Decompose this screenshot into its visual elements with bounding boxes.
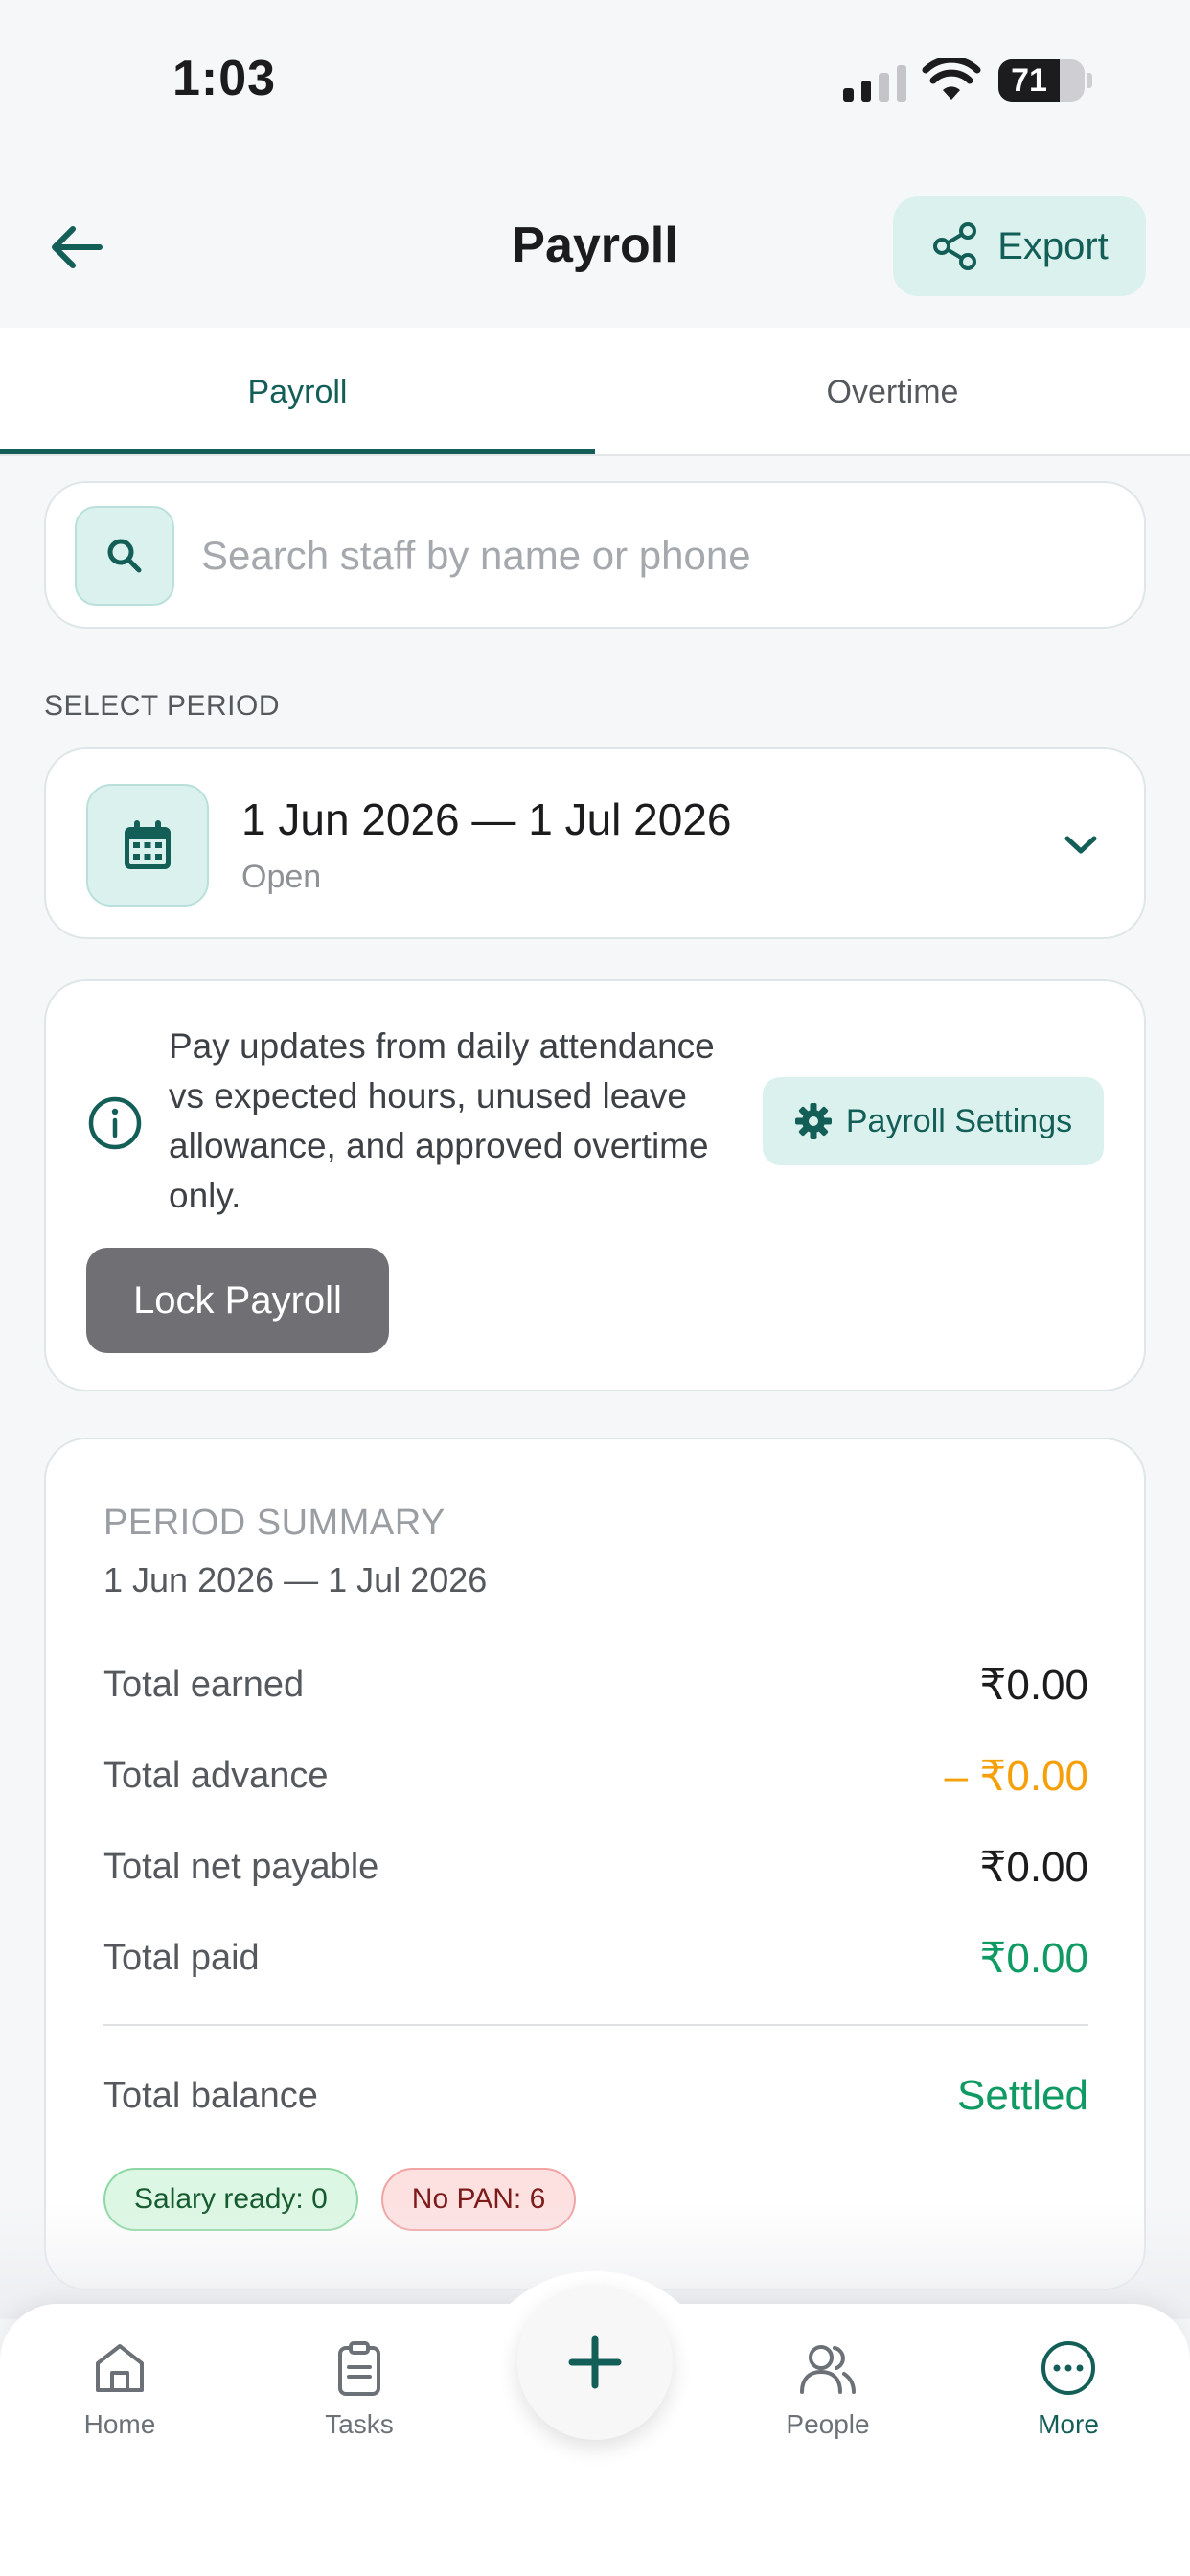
payroll-settings-button[interactable]: Payroll Settings [763,1077,1104,1165]
tab-overtime[interactable]: Overtime [595,328,1190,456]
search-card [44,481,1146,629]
more-icon [1041,2341,1095,2395]
battery-cap [1087,73,1092,88]
nav-tasks[interactable]: Tasks [263,2338,455,2440]
nav-more-label: More [1038,2409,1099,2439]
summary-divider [103,2024,1088,2026]
payroll-settings-label: Payroll Settings [845,1102,1073,1139]
battery-icon: 71 [998,59,1085,102]
summary-row-label: Total paid [103,1937,260,1978]
summary-balance-label: Total balance [103,2075,318,2116]
active-tab-indicator [0,448,595,454]
summary-row-label: Total net payable [103,1846,379,1887]
search-input[interactable] [201,521,1102,590]
export-label: Export [997,224,1109,267]
battery-level: 71 [1011,62,1047,99]
summary-range: 1 Jun 2026 — 1 Jul 2026 [103,1560,488,1599]
summary-row-label: Total advance [103,1755,329,1796]
nav-home-label: Home [83,2409,156,2439]
info-text: Pay updates from daily attendance vs exp… [169,1026,715,1215]
tab-bar: Payroll Overtime [0,328,1190,456]
signal-icon [843,63,906,102]
add-button[interactable] [517,2285,673,2440]
nav-people[interactable]: People [732,2338,924,2440]
summary-row-value: – ₹0.00 [944,1752,1088,1800]
period-status: Open [241,859,322,895]
nav-people-label: People [786,2409,870,2439]
nav-tasks-label: Tasks [325,2409,394,2439]
summary-row-label: Total earned [103,1664,305,1705]
payroll-info-card: Pay updates from daily attendance vs exp… [44,979,1146,1392]
summary-row-net-payable: Total net payable ₹0.00 [103,1838,1088,1896]
search-icon[interactable] [75,506,174,606]
select-period-label: SELECT PERIOD [44,690,281,722]
summary-row-paid: Total paid ₹0.00 [103,1929,1088,1987]
export-button[interactable]: Export [893,196,1146,296]
wifi-icon [922,56,981,106]
info-icon [88,1096,142,1150]
chevron-down-icon [1054,818,1108,872]
gear-icon [794,1103,832,1139]
summary-balance-value: Settled [957,2072,1088,2119]
people-icon [800,2345,856,2394]
tab-payroll[interactable]: Payroll [0,328,595,456]
lock-payroll-button[interactable]: Lock Payroll [86,1248,389,1353]
summary-heading: PERIOD SUMMARY [103,1503,446,1543]
summary-row-advance: Total advance – ₹0.00 [103,1747,1088,1805]
nav-home[interactable]: Home [24,2338,216,2440]
share-icon [933,222,977,270]
summary-row-balance: Total balance Settled [103,2067,1088,2125]
summary-row-value: ₹0.00 [979,1661,1088,1709]
period-selector[interactable]: 1 Jun 2026 — 1 Jul 2026 Open [44,748,1146,939]
plus-icon [568,2335,622,2389]
status-time: 1:03 [172,51,277,106]
summary-row-value: ₹0.00 [979,1934,1088,1982]
period-range: 1 Jun 2026 — 1 Jul 2026 [241,794,732,844]
period-summary-card: PERIOD SUMMARY 1 Jun 2026 — 1 Jul 2026 T… [44,1438,1146,2290]
summary-row-value: ₹0.00 [979,1843,1088,1891]
nav-more[interactable]: More [973,2338,1164,2440]
summary-row-earned: Total earned ₹0.00 [103,1656,1088,1714]
calendar-icon [86,784,209,907]
home-icon [96,2344,144,2392]
clipboard-icon [338,2341,380,2396]
